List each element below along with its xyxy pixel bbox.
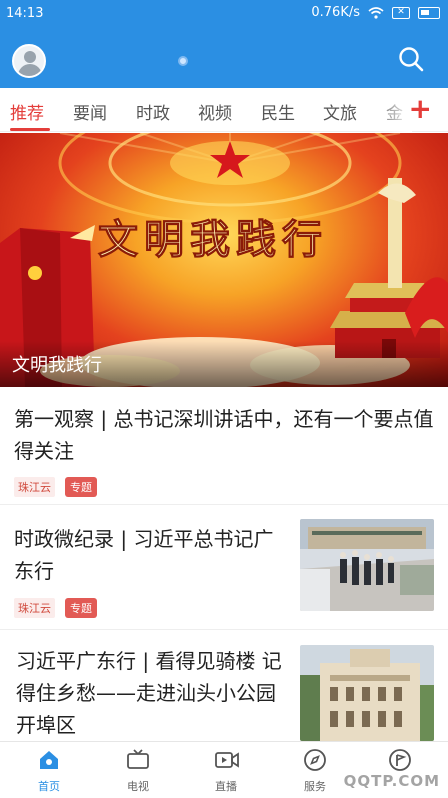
flag-icon	[389, 749, 411, 771]
tab-culture-travel[interactable]: 文旅	[323, 99, 357, 124]
compass-icon	[304, 749, 326, 771]
tv-icon	[127, 749, 149, 769]
wifi-icon	[368, 6, 384, 19]
nav-tv[interactable]: 电视	[98, 742, 178, 798]
svg-text:文明我践行: 文明我践行	[98, 216, 328, 263]
news-item[interactable]: 第一观察 | 总书记深圳讲话中，还有一个要点值得关注 珠江云 专题	[0, 387, 448, 505]
app-header: 14:13 0.76K/s ✕	[0, 0, 448, 88]
nav-label: 首页	[38, 780, 60, 793]
news-source: 珠江云	[14, 598, 55, 618]
news-title: 第一观察 | 总书记深圳讲话中，还有一个要点值得关注	[14, 407, 434, 463]
watermark: QQTP.COM	[343, 772, 440, 790]
news-source: 珠江云	[14, 477, 55, 497]
tab-politics[interactable]: 时政	[136, 99, 170, 124]
topic-badge: 专题	[65, 477, 97, 497]
news-meta: 珠江云 专题	[14, 598, 97, 618]
news-item[interactable]: 习近平广东行 | 看得见骑楼 记得住乡愁——走进汕头小公园开埠区	[0, 631, 448, 741]
tab-recommend[interactable]: 推荐	[10, 99, 44, 124]
home-icon	[40, 751, 58, 769]
app-logo-icon	[178, 56, 188, 66]
avatar[interactable]	[12, 44, 46, 78]
live-icon	[215, 752, 239, 768]
nav-label: 电视	[127, 780, 149, 793]
nav-live[interactable]: 直播	[186, 742, 266, 798]
status-bar: 14:13 0.76K/s ✕	[0, 0, 448, 28]
hero-banner[interactable]: 文明我践行 文明我践行	[0, 133, 448, 387]
active-tab-indicator	[10, 128, 50, 131]
nav-home[interactable]: 首页	[9, 742, 89, 798]
news-thumbnail	[300, 645, 434, 741]
search-icon[interactable]	[398, 46, 424, 72]
tab-livelihood[interactable]: 民生	[261, 99, 295, 124]
news-thumbnail	[300, 519, 434, 611]
banner-caption: 文明我践行	[0, 341, 448, 387]
battery-icon	[418, 6, 440, 19]
avatar-head	[24, 51, 36, 63]
news-title: 时政微纪录 | 习近平总书记广东行	[14, 527, 274, 583]
topic-badge: 专题	[65, 598, 97, 618]
no-sim-icon: ✕	[392, 6, 410, 19]
tab-headlines[interactable]: 要闻	[73, 99, 107, 124]
nav-label: 直播	[215, 780, 237, 793]
news-meta: 珠江云 专题	[14, 477, 97, 497]
news-item[interactable]: 时政微纪录 | 习近平总书记广东行 珠江云 专题	[0, 505, 448, 630]
status-icons: 0.76K/s ✕	[311, 5, 440, 20]
avatar-body	[18, 64, 42, 76]
news-title: 习近平广东行 | 看得见骑楼 记得住乡愁——走进汕头小公园开埠区	[16, 649, 282, 737]
category-tabs: 推荐 要闻 时政 视频 民生 文旅 金 +	[0, 88, 448, 132]
tab-fade	[372, 88, 412, 132]
tab-video[interactable]: 视频	[198, 99, 232, 124]
add-channel-icon[interactable]: +	[409, 94, 432, 124]
status-time: 14:13	[6, 6, 44, 21]
network-speed: 0.76K/s	[311, 5, 360, 20]
